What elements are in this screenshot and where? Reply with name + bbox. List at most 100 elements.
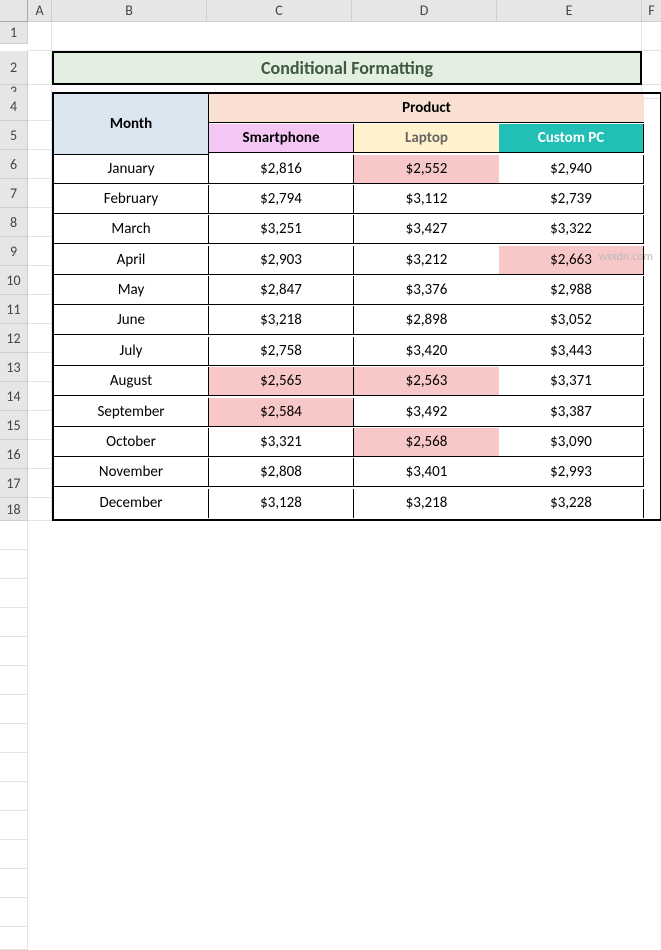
cell-A4[interactable] — [28, 92, 52, 121]
value-cell[interactable]: $2,794 — [209, 185, 354, 214]
cell-A8[interactable] — [28, 208, 52, 237]
cell-F7[interactable] — [0, 608, 28, 637]
value-cell[interactable]: $3,228 — [499, 489, 644, 518]
row-header-6[interactable]: 6 — [0, 150, 28, 179]
cell-A17[interactable] — [28, 469, 52, 498]
row-header-17[interactable]: 17 — [0, 469, 28, 498]
value-cell[interactable]: $2,847 — [209, 276, 354, 305]
row-header-7[interactable]: 7 — [0, 179, 28, 208]
month-cell[interactable]: September — [54, 398, 209, 427]
row-header-12[interactable]: 12 — [0, 324, 28, 353]
cell-F11[interactable] — [0, 724, 28, 753]
product-header[interactable]: Product — [209, 94, 644, 123]
row-header-2[interactable]: 2 — [0, 51, 28, 85]
row-header-1[interactable]: 1 — [0, 22, 28, 44]
value-cell[interactable]: $3,321 — [209, 428, 354, 457]
month-cell[interactable]: April — [54, 246, 209, 275]
value-cell[interactable]: $2,584 — [209, 398, 354, 427]
cell-F6[interactable] — [0, 579, 28, 608]
row-header-4[interactable]: 4 — [0, 92, 28, 121]
month-cell[interactable]: July — [54, 337, 209, 366]
cell-A13[interactable] — [28, 353, 52, 382]
value-cell[interactable]: $2,898 — [354, 306, 499, 335]
value-cell[interactable]: $3,371 — [499, 367, 644, 396]
month-cell[interactable]: May — [54, 276, 209, 305]
value-cell[interactable]: $3,052 — [499, 306, 644, 335]
row-header-5[interactable]: 5 — [0, 121, 28, 150]
value-cell[interactable]: $2,808 — [209, 458, 354, 487]
value-cell[interactable]: $3,212 — [354, 246, 499, 275]
cell-A15[interactable] — [28, 411, 52, 440]
cell-F4[interactable] — [0, 521, 28, 550]
value-cell[interactable]: $3,427 — [354, 215, 499, 244]
cell-A9[interactable] — [28, 237, 52, 266]
cell-F14[interactable] — [0, 811, 28, 840]
cell-A2[interactable] — [28, 51, 52, 85]
cell-A10[interactable] — [28, 266, 52, 295]
cell-A18[interactable] — [28, 498, 52, 521]
month-cell[interactable]: August — [54, 367, 209, 396]
value-cell[interactable]: $2,739 — [499, 185, 644, 214]
value-cell[interactable]: $3,387 — [499, 398, 644, 427]
cell-A11[interactable] — [28, 295, 52, 324]
row-header-13[interactable]: 13 — [0, 353, 28, 382]
cell-F18[interactable] — [0, 927, 28, 950]
value-cell[interactable]: $3,112 — [354, 185, 499, 214]
value-cell[interactable]: $3,251 — [209, 215, 354, 244]
month-cell[interactable]: February — [54, 185, 209, 214]
cell-A12[interactable] — [28, 324, 52, 353]
subheader-custompc[interactable]: Custom PC — [499, 124, 644, 153]
cell-F13[interactable] — [0, 782, 28, 811]
cell-A5[interactable] — [28, 121, 52, 150]
value-cell[interactable]: $3,420 — [354, 337, 499, 366]
col-header-B[interactable]: B — [52, 0, 207, 22]
row-header-16[interactable]: 16 — [0, 440, 28, 469]
month-cell[interactable]: December — [54, 489, 209, 518]
cell-F8[interactable] — [0, 637, 28, 666]
cell-A6[interactable] — [28, 150, 52, 179]
cell-F5[interactable] — [0, 550, 28, 579]
row-header-8[interactable]: 8 — [0, 208, 28, 237]
month-cell[interactable]: January — [54, 155, 209, 184]
value-cell[interactable]: $3,492 — [354, 398, 499, 427]
value-cell[interactable]: $2,552 — [354, 155, 499, 184]
cell-A7[interactable] — [28, 179, 52, 208]
value-cell[interactable]: $2,816 — [209, 155, 354, 184]
cell-A16[interactable] — [28, 440, 52, 469]
data-table[interactable]: Month Product Smartphone Laptop Custom P… — [52, 92, 661, 521]
value-cell[interactable]: $3,218 — [209, 306, 354, 335]
cell-F9[interactable] — [0, 666, 28, 695]
month-cell[interactable]: March — [54, 215, 209, 244]
value-cell[interactable]: $2,940 — [499, 155, 644, 184]
subheader-smartphone[interactable]: Smartphone — [209, 124, 354, 153]
value-cell[interactable]: $2,903 — [209, 246, 354, 275]
row-header-14[interactable]: 14 — [0, 382, 28, 411]
month-cell[interactable]: October — [54, 428, 209, 457]
col-header-A[interactable]: A — [28, 0, 52, 22]
month-cell[interactable]: June — [54, 306, 209, 335]
cell-F2[interactable] — [642, 51, 661, 85]
cell-F12[interactable] — [0, 753, 28, 782]
value-cell[interactable]: $3,090 — [499, 428, 644, 457]
value-cell[interactable]: $3,218 — [354, 489, 499, 518]
value-cell[interactable]: $2,568 — [354, 428, 499, 457]
col-header-D[interactable]: D — [352, 0, 497, 22]
value-cell[interactable]: $3,322 — [499, 215, 644, 244]
value-cell[interactable]: $3,128 — [209, 489, 354, 518]
value-cell[interactable]: $3,376 — [354, 276, 499, 305]
col-header-F[interactable]: F — [642, 0, 661, 22]
cell-F17[interactable] — [0, 898, 28, 927]
value-cell[interactable]: $2,988 — [499, 276, 644, 305]
value-cell[interactable]: $3,401 — [354, 458, 499, 487]
cell-F16[interactable] — [0, 869, 28, 898]
value-cell[interactable]: $2,663 — [499, 246, 644, 275]
cell-A14[interactable] — [28, 382, 52, 411]
cell-F15[interactable] — [0, 840, 28, 869]
row-header-9[interactable]: 9 — [0, 237, 28, 266]
col-header-E[interactable]: E — [497, 0, 642, 22]
title-cell[interactable]: Conditional Formatting — [52, 51, 642, 85]
value-cell[interactable]: $2,565 — [209, 367, 354, 396]
cell-B1[interactable] — [52, 22, 642, 51]
subheader-laptop[interactable]: Laptop — [354, 124, 499, 153]
row-header-18[interactable]: 18 — [0, 498, 28, 521]
